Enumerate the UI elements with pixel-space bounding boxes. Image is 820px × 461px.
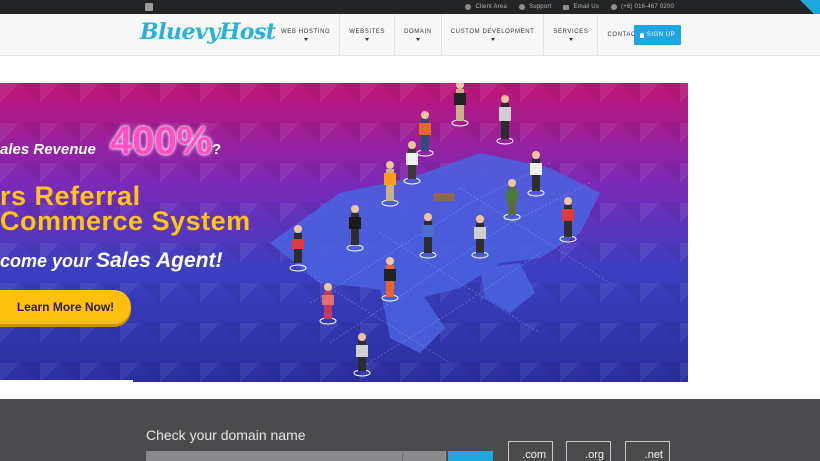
nav-web-hosting-label: WEB HOSTING — [281, 29, 331, 35]
banner-headline-1: ales Revenue — [0, 141, 96, 158]
nav-domain-label: DOMAIN — [404, 29, 432, 35]
email-icon — [563, 4, 570, 10]
nav-custom-development[interactable]: CUSTOM DEVELOPMENT — [442, 14, 545, 56]
domain-search-button[interactable] — [448, 451, 493, 461]
email-us-label: Email Us — [573, 4, 600, 10]
nav-web-hosting[interactable]: WEB HOSTING — [272, 14, 341, 56]
site-header: BluevyHost WEB HOSTING WEBSITES DOMAIN C… — [0, 14, 820, 56]
support-label: Support — [529, 4, 552, 10]
input-separator — [402, 453, 403, 461]
nav-services[interactable]: SERVICES — [544, 14, 599, 56]
banner-headline-4: come your Sales Agent! — [0, 249, 222, 273]
chevron-down-icon — [303, 38, 308, 41]
chevron-down-icon — [365, 38, 370, 41]
phone-link[interactable]: (+6) 016-467 0200 — [611, 4, 674, 10]
nav-websites[interactable]: WEBSITES — [340, 14, 396, 56]
nav-domain[interactable]: DOMAIN — [395, 14, 442, 56]
client-area-label: Client Area — [475, 4, 508, 10]
domain-search-title: Check your domain name — [146, 427, 306, 443]
chevron-down-icon — [568, 38, 573, 41]
phone-icon — [611, 4, 618, 10]
site-logo[interactable]: BluevyHost — [140, 19, 276, 45]
user-icon — [465, 4, 472, 10]
nav-custom-development-label: CUSTOM DEVELOPMENT — [450, 29, 535, 35]
banner-headline-3: Commerce System — [0, 206, 251, 236]
user-icon — [639, 32, 644, 38]
top-bar: Client Area Support Email Us (+6) 016-46… — [0, 0, 820, 20]
learn-more-button[interactable]: Learn More Now! — [0, 290, 131, 324]
tld-option-org[interactable]: .org — [566, 441, 611, 461]
world-map-illustration — [270, 83, 611, 377]
domain-search-section: Check your domain name .com .org .net — [0, 399, 820, 461]
client-area-link[interactable]: Client Area — [465, 4, 507, 10]
chevron-down-icon — [415, 38, 420, 41]
chevron-down-icon — [490, 38, 495, 41]
sign-up-label: SIGN UP — [646, 32, 676, 38]
tld-option-net[interactable]: .net — [625, 441, 670, 461]
banner-headline-4-prefix: come your — [0, 251, 92, 271]
sign-up-button[interactable]: SIGN UP — [634, 25, 681, 45]
banner-slider-indicator[interactable] — [0, 380, 133, 382]
email-us-link[interactable]: Email Us — [563, 4, 599, 10]
nav-websites-label: WEBSITES — [349, 29, 386, 35]
support-link[interactable]: Support — [519, 4, 551, 10]
facebook-icon[interactable] — [145, 3, 153, 11]
main-nav: WEB HOSTING WEBSITES DOMAIN CUSTOM DEVEL… — [272, 14, 661, 56]
nav-services-label: SERVICES — [553, 29, 589, 35]
banner-question-mark: ? — [212, 141, 222, 158]
banner-percent: 400% — [110, 119, 213, 163]
domain-search-input[interactable] — [146, 451, 446, 461]
banner-headline-4-emph: Sales Agent! — [96, 249, 223, 272]
support-icon — [519, 4, 526, 10]
hero-banner[interactable]: ales Revenue 400% ? rs Referral Commerce… — [0, 83, 688, 382]
top-links: Client Area Support Email Us (+6) 016-46… — [465, 0, 674, 14]
phone-label: (+6) 016-467 0200 — [621, 4, 674, 10]
tld-option-com[interactable]: .com — [508, 441, 553, 461]
